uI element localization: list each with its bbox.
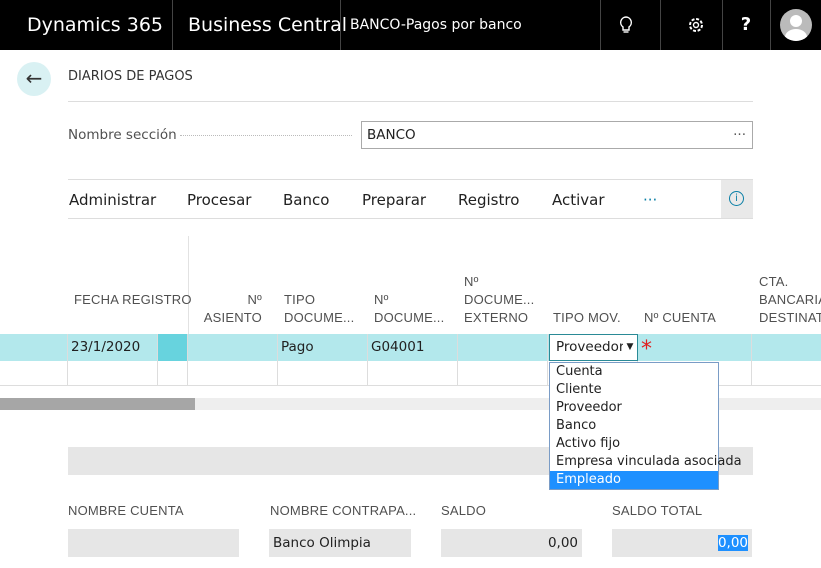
more-actions-button[interactable]: ···	[643, 191, 657, 209]
menu-preparar[interactable]: Preparar	[362, 191, 426, 209]
col-tipo-mov[interactable]: TIPO MOV.	[553, 309, 621, 327]
option-banco[interactable]: Banco	[550, 417, 718, 435]
col-n-documento[interactable]: Nº DOCUME...	[374, 291, 446, 327]
menu-procesar[interactable]: Procesar	[187, 191, 251, 209]
section-value: BANCO	[367, 127, 416, 143]
saldo-total-value: 0,00	[717, 535, 748, 551]
table-row[interactable]: 23/1/2020 Pago G04001 * Proveedor ▼	[0, 334, 821, 361]
section-lookup-button[interactable]: ···	[733, 122, 746, 148]
required-indicator: *	[641, 337, 652, 361]
n-cuenta-cell[interactable]: *	[638, 334, 752, 361]
option-activo-fijo[interactable]: Activo fijo	[550, 435, 718, 453]
col-cta-bancaria[interactable]: CTA. BANCARIA DESTINAT.	[759, 273, 821, 327]
nombre-contrapartida-value: Banco Olimpia	[269, 529, 411, 557]
option-cuenta[interactable]: Cuenta	[550, 363, 718, 381]
page-title: DIARIOS DE PAGOS	[68, 69, 193, 84]
saldo-label: SALDO	[441, 503, 487, 518]
col-n-documento-externo[interactable]: Nº DOCUME... EXTERNO	[464, 273, 540, 327]
nombre-cuenta-value	[68, 529, 239, 557]
top-bar: Dynamics 365 Business Central BANCO-Pago…	[0, 0, 821, 50]
option-cliente[interactable]: Cliente	[550, 381, 718, 399]
n-doc-cell[interactable]: G04001	[368, 334, 458, 361]
col-n-cuenta[interactable]: Nº CUENTA	[644, 309, 716, 327]
info-icon: i	[729, 191, 744, 206]
tipo-mov-dropdown: Cuenta Cliente Proveedor Banco Activo fi…	[549, 362, 742, 490]
app-name[interactable]: Dynamics 365	[27, 0, 163, 50]
info-pane-button[interactable]: i	[721, 180, 753, 218]
scrollbar-thumb[interactable]	[0, 398, 195, 410]
nombre-cuenta-label: NOMBRE CUENTA	[68, 503, 184, 518]
row-selector[interactable]	[158, 334, 188, 361]
saldo-value: 0,00	[441, 529, 582, 557]
col-fecha-registro[interactable]: FECHA REGISTRO	[74, 291, 192, 309]
back-button[interactable]: ←	[17, 62, 51, 96]
menu-activar[interactable]: Activar	[552, 191, 605, 209]
saldo-total-label: SALDO TOTAL	[612, 503, 703, 518]
saldo-total-box: 0,00	[612, 529, 752, 557]
tipo-mov-value: Proveedor	[556, 339, 625, 355]
nombre-contrapartida-label: NOMBRE CONTRAPA...	[270, 503, 417, 518]
user-avatar[interactable]	[780, 9, 812, 41]
tipo-mov-select[interactable]: Proveedor ▼	[549, 334, 638, 361]
lightbulb-icon[interactable]	[606, 0, 646, 50]
chevron-down-icon: ▼	[623, 335, 637, 360]
col-tipo-documento[interactable]: TIPO DOCUME...	[284, 291, 356, 327]
section-label: Nombre sección	[68, 127, 177, 143]
help-icon[interactable]: ?	[726, 0, 766, 50]
asiento-cell[interactable]	[188, 334, 278, 361]
option-empresa-vinculada[interactable]: Empresa vinculada asociada	[550, 453, 742, 471]
menu-administrar[interactable]: Administrar	[69, 191, 156, 209]
col-n-asiento[interactable]: Nº ASIENTO	[196, 291, 262, 327]
option-proveedor[interactable]: Proveedor	[550, 399, 718, 417]
tipo-doc-cell[interactable]: Pago	[278, 334, 368, 361]
page-name: BANCO-Pagos por banco	[350, 17, 522, 33]
option-empleado[interactable]: Empleado	[550, 471, 718, 489]
menu-banco[interactable]: Banco	[283, 191, 329, 209]
externo-cell[interactable]	[458, 334, 548, 361]
gear-icon[interactable]	[676, 0, 716, 50]
menu-registro[interactable]: Registro	[458, 191, 519, 209]
section-input[interactable]: BANCO ···	[361, 121, 753, 149]
fecha-cell[interactable]: 23/1/2020	[68, 334, 158, 361]
product-name[interactable]: Business Central	[188, 0, 347, 50]
